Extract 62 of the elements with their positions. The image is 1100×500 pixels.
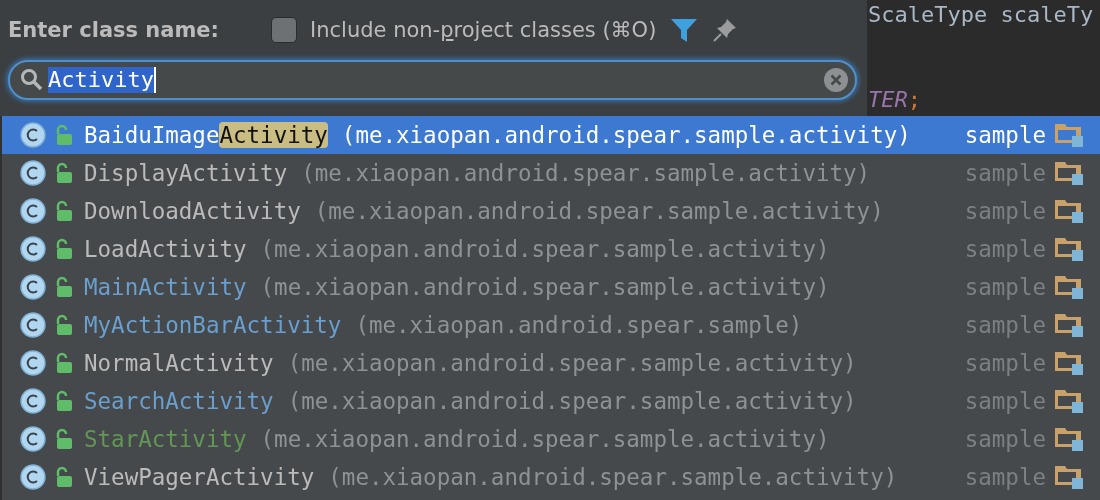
class-icon <box>20 274 46 300</box>
package-name: (me.xiaopan.android.spear.sample.activity) <box>287 388 857 414</box>
class-name: LoadActivity <box>84 236 247 262</box>
unlocked-padlock-icon <box>54 428 74 450</box>
clear-icon[interactable] <box>823 67 849 93</box>
code-line: ScaleType scaleTy <box>868 2 1095 27</box>
code-line: TER; <box>868 87 922 112</box>
unlocked-padlock-icon <box>54 200 74 222</box>
unlocked-padlock-icon <box>54 162 74 184</box>
folder-icon <box>1054 160 1084 186</box>
folder-icon <box>1054 122 1084 148</box>
folder-icon <box>1054 274 1084 300</box>
class-name: MyActionBarActivity <box>84 312 342 338</box>
checkbox-label: Include non-project classes (⌘O) <box>310 18 657 42</box>
search-icon <box>20 68 44 92</box>
class-name: DisplayActivity <box>84 160 288 186</box>
result-row[interactable]: BaiduImageActivity (me.xiaopan.android.spear.sample.activity) sample <box>2 116 1100 154</box>
folder-icon <box>1054 198 1084 224</box>
class-name: BaiduImageActivity <box>84 122 328 148</box>
filter-icon[interactable] <box>670 17 699 43</box>
class-icon <box>20 160 46 186</box>
search-field[interactable]: Activity <box>8 60 857 100</box>
pin-icon[interactable] <box>712 17 739 43</box>
class-name: ViewPagerActivity <box>84 464 315 490</box>
unlocked-padlock-icon <box>54 314 74 336</box>
package-name: (me.xiaopan.android.spear.sample.activity) <box>328 464 898 490</box>
class-name: NormalActivity <box>84 350 274 376</box>
folder-icon <box>1054 350 1084 376</box>
package-name: (me.xiaopan.android.spear.sample) <box>355 312 803 338</box>
class-name: StarActivity <box>84 426 247 452</box>
class-icon <box>20 388 46 414</box>
package-name: (me.xiaopan.android.spear.sample.activity) <box>260 426 830 452</box>
package-name: (me.xiaopan.android.spear.sample.activity) <box>260 236 830 262</box>
folder-icon <box>1054 464 1084 490</box>
checkbox[interactable] <box>271 17 297 43</box>
unlocked-padlock-icon <box>54 124 74 146</box>
class-icon <box>20 350 46 376</box>
package-name: (me.xiaopan.android.spear.sample.activity) <box>287 350 857 376</box>
class-name: MainActivity <box>84 274 247 300</box>
folder-icon <box>1054 312 1084 338</box>
dialog-title: Enter class name: <box>8 18 219 42</box>
unlocked-padlock-icon <box>54 276 74 298</box>
class-icon <box>20 122 46 148</box>
class-name: DownloadActivity <box>84 198 301 224</box>
package-name: (me.xiaopan.android.spear.sample.activity) <box>341 122 911 148</box>
package-name: (me.xiaopan.android.spear.sample.activity) <box>301 160 871 186</box>
class-icon <box>20 236 46 262</box>
folder-icon <box>1054 388 1084 414</box>
package-name: (me.xiaopan.android.spear.sample.activity) <box>260 274 830 300</box>
package-name: (me.xiaopan.android.spear.sample.activity) <box>314 198 884 224</box>
class-name: SearchActivity <box>84 388 274 414</box>
unlocked-padlock-icon <box>54 390 74 412</box>
unlocked-padlock-icon <box>54 352 74 374</box>
unlocked-padlock-icon <box>54 238 74 260</box>
class-icon <box>20 464 46 490</box>
module-name: sample <box>964 122 1046 148</box>
unlocked-padlock-icon <box>54 466 74 488</box>
folder-icon <box>1054 236 1084 262</box>
class-icon <box>20 198 46 224</box>
folder-icon <box>1054 426 1084 452</box>
class-icon <box>20 426 46 452</box>
class-icon <box>20 312 46 338</box>
